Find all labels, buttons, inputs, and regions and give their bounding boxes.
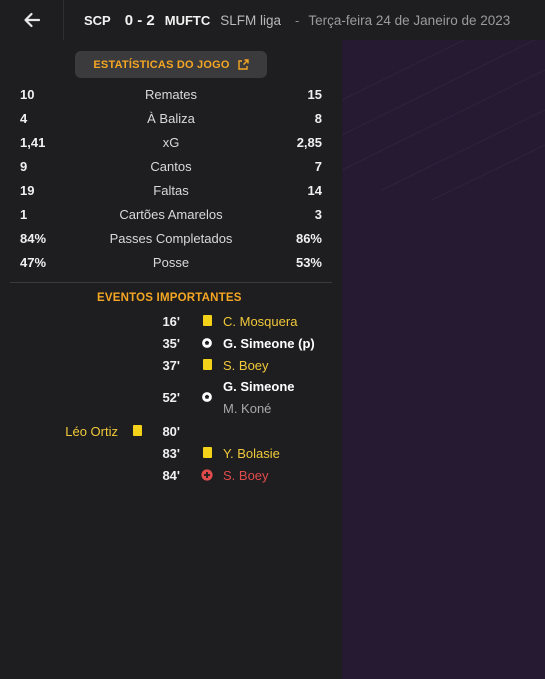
home-team[interactable]: SCP [84,13,111,28]
event-assist[interactable]: M. Koné [223,401,271,416]
stat-label: Remates [144,87,198,102]
event-home-player[interactable]: Léo Ortiz [65,424,118,439]
stat-label: xG [162,135,180,150]
match-stats-panel: ESTATÍSTICAS DO JOGO 10 Remates 15 4 À B… [0,40,342,679]
event-player[interactable]: G. Simeone (p) [223,336,315,351]
match-header: SCP 0 - 2 MUFTC SLFM liga - Terça-feira … [64,12,510,29]
stat-label: Faltas [153,183,189,198]
league-name[interactable]: SLFM liga [220,13,281,28]
event-minute: 80' [162,424,180,439]
stat-away-value: 8 [314,111,322,126]
events-title: EVENTOS IMPORTANTES [97,292,242,304]
stat-label: Passes Completados [109,231,233,246]
background-pattern [342,40,545,201]
stat-row-remates: 10 Remates 15 [20,83,322,107]
event-player[interactable]: C. Mosquera [223,314,297,329]
event-player[interactable]: Y. Bolasie [223,446,280,461]
match-stats-button-label: ESTATÍSTICAS DO JOGO [93,58,230,71]
event-minute: 84' [162,468,180,483]
stat-row-cartoes-amarelos: 1 Cartões Amarelos 3 [20,203,322,227]
external-link-icon [237,59,249,70]
football-icon [201,337,213,349]
stat-row-cantos: 9 Cantos 7 [20,155,322,179]
stat-away-value: 15 [307,87,322,102]
event-player[interactable]: S. Boey [223,468,269,483]
background-panel [342,40,545,679]
section-divider [10,282,332,283]
event-row: 16' C. Mosquera [0,310,342,332]
event-minute: 83' [162,446,180,461]
arrow-left-icon [23,12,40,28]
yellow-card-icon [201,359,213,371]
event-row: Léo Ortiz 80' [0,420,342,442]
event-minute: 37' [162,358,180,373]
stat-label: Posse [152,255,190,270]
stat-away-value: 86% [295,231,322,246]
top-bar: SCP 0 - 2 MUFTC SLFM liga - Terça-feira … [0,0,545,40]
stat-label: À Baliza [147,111,195,126]
event-minute: 16' [162,314,180,329]
yellow-card-icon [201,447,213,459]
match-stats-button[interactable]: ESTATÍSTICAS DO JOGO [75,51,267,78]
event-minute: 35' [162,336,180,351]
event-minute: 52' [162,390,180,405]
event-row: 37' S. Boey [0,354,342,376]
stat-label: Cantos [150,159,192,174]
stat-away-value: 14 [307,183,322,198]
event-row: 84' S. Boey [0,464,342,486]
stat-row-posse: 47% Posse 53% [20,251,322,275]
stat-row-passes-completados: 84% Passes Completados 86% [20,227,322,251]
injury-icon [201,469,213,481]
yellow-card-icon [131,425,143,437]
stat-away-value: 2,85 [296,135,322,150]
stat-row-faltas: 19 Faltas 14 [20,179,322,203]
event-player[interactable]: S. Boey [223,358,269,373]
event-player[interactable]: G. Simeone [223,379,295,394]
stat-row-a-baliza: 4 À Baliza 8 [20,107,322,131]
event-row: 83' Y. Bolasie [0,442,342,464]
event-row: 35' G. Simeone (p) [0,332,342,354]
stat-away-value: 7 [314,159,322,174]
event-row: 52' G. Simeone M. Koné [0,376,342,420]
away-team[interactable]: MUFTC [165,13,211,28]
match-score: 0 - 2 [124,11,155,29]
match-date: Terça-feira 24 de Janeiro de 2023 [308,12,511,28]
yellow-card-icon [201,315,213,327]
stat-row-xg: 1,41 xG 2,85 [20,131,322,155]
stat-label: Cartões Amarelos [119,207,223,222]
back-button[interactable] [0,0,64,40]
football-icon [201,391,213,403]
header-separator: - [295,12,300,28]
stat-away-value: 53% [295,255,322,270]
stat-away-value: 3 [314,207,322,222]
